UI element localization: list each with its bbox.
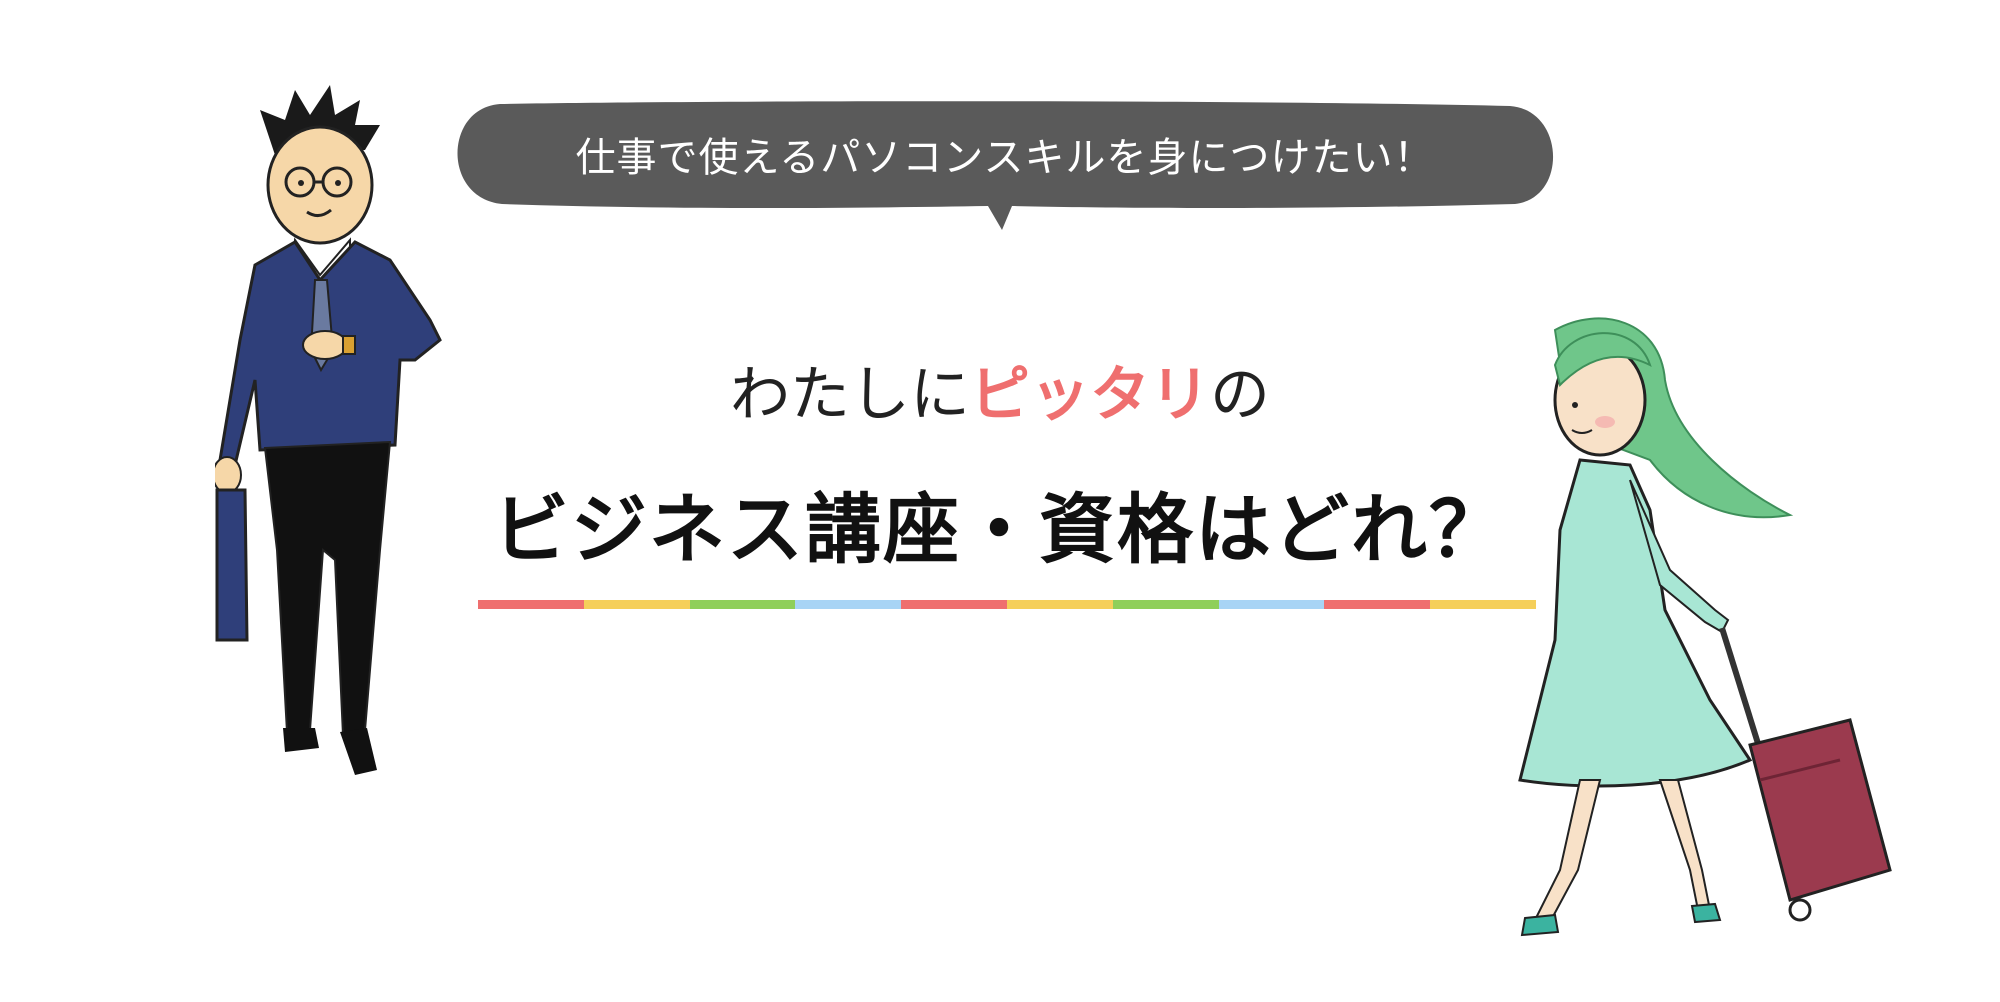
subtitle-suffix: の [1210, 360, 1270, 430]
divider-segment [1112, 600, 1219, 609]
divider-segment [478, 600, 584, 609]
divider-segment [795, 600, 902, 609]
divider-segment [583, 600, 690, 609]
subtitle: わたしにピッタリの [600, 350, 1400, 440]
banner: 仕事で使えるパソコンスキルを身につけたい！ わたしにピッタリの ビジネス講座・資… [0, 0, 2000, 1002]
divider-segment [1006, 600, 1113, 609]
trousers-shape [263, 440, 392, 737]
divider-segment [901, 600, 1007, 609]
face-shape [266, 125, 374, 245]
speech-bubble-text: 仕事で使えるパソコンスキルを身につけたい！ [575, 135, 1435, 181]
woman-illustration [1518, 317, 1892, 937]
divider-segment [1324, 600, 1431, 609]
subtitle-accent: ピッタリ [970, 360, 1210, 430]
suitcase-shape [1748, 718, 1892, 902]
divider-segment [1218, 600, 1325, 609]
multicolor-divider [478, 600, 1536, 609]
subtitle-prefix: わたしに [730, 360, 970, 430]
businessman-illustration [215, 85, 442, 775]
divider-segment [689, 600, 796, 609]
headline: ビジネス講座・資格はどれ？ [493, 485, 1507, 574]
speech-bubble: 仕事で使えるパソコンスキルを身につけたい！ [440, 98, 1570, 230]
briefcase-shape [215, 488, 249, 642]
